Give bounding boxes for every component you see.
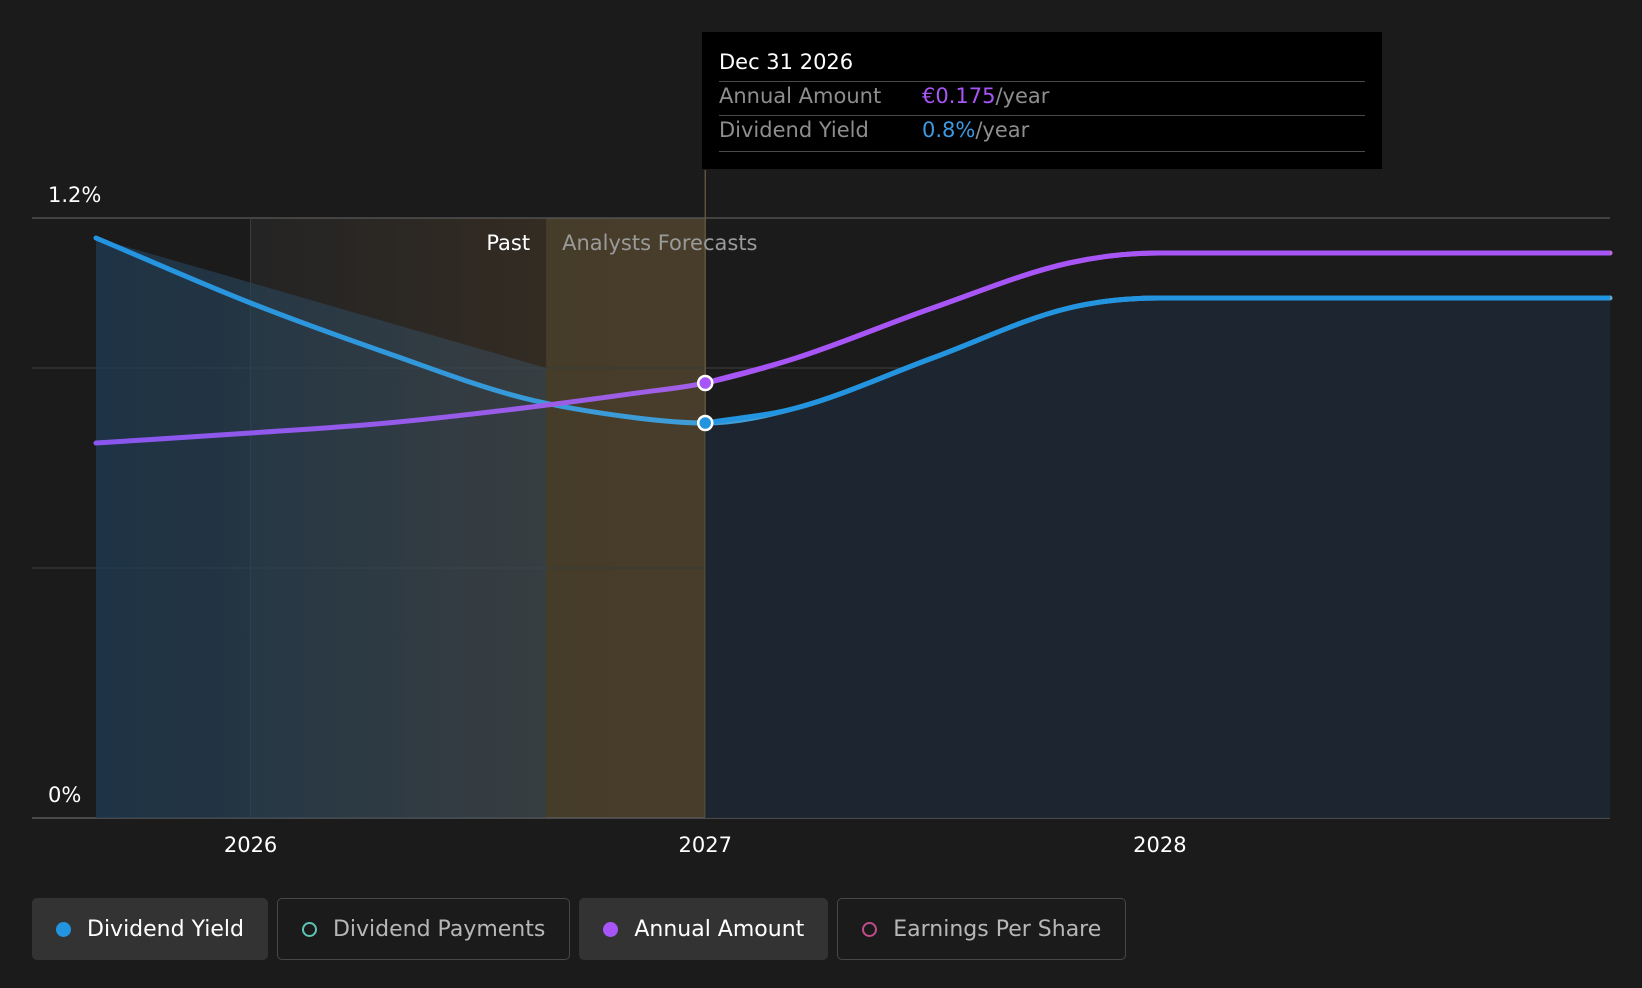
tooltip-divider — [719, 115, 1365, 116]
dividend-yield-marker — [696, 414, 714, 432]
legend-dividend-yield[interactable]: Dividend Yield — [32, 898, 268, 960]
hollow-circle-icon — [301, 921, 317, 937]
tooltip: Dec 31 2026 Annual Amount €0.175/year Di… — [702, 32, 1382, 169]
legend: Dividend Yield Dividend Payments Annual … — [32, 898, 1127, 960]
past-label: Past — [486, 231, 530, 255]
tooltip-label: Annual Amount — [719, 84, 882, 108]
tooltip-unit: /year — [995, 84, 1050, 108]
legend-label: Annual Amount — [634, 916, 805, 942]
tooltip-value: 0.8%/year — [922, 118, 1029, 142]
tooltip-divider — [719, 81, 1365, 82]
tooltip-unit: /year — [975, 118, 1030, 142]
x-tick-label: 2027 — [679, 833, 732, 857]
hollow-circle-icon — [862, 921, 878, 937]
legend-label: Earnings Per Share — [893, 916, 1102, 942]
legend-label: Dividend Yield — [87, 916, 244, 942]
filled-circle-icon — [603, 921, 619, 937]
legend-dividend-payments[interactable]: Dividend Payments — [276, 898, 571, 960]
tooltip-date: Dec 31 2026 — [719, 50, 854, 74]
legend-earnings-per-share[interactable]: Earnings Per Share — [837, 898, 1127, 960]
annual-amount-marker — [696, 374, 714, 392]
tooltip-yield-value: 0.8% — [922, 118, 976, 142]
tooltip-value: €0.175/year — [922, 84, 1049, 108]
filled-circle-icon — [56, 921, 71, 937]
forecast-yield-area — [705, 298, 1610, 818]
y-tick-label: 1.2% — [48, 183, 101, 207]
tooltip-divider — [719, 151, 1365, 152]
x-tick-label: 2026 — [224, 833, 277, 857]
tooltip-label: Dividend Yield — [719, 118, 869, 142]
forecast-label: Analysts Forecasts — [562, 231, 757, 255]
past-highlight-band — [546, 218, 706, 818]
x-tick-label: 2028 — [1133, 833, 1186, 857]
legend-annual-amount[interactable]: Annual Amount — [579, 898, 829, 960]
legend-label: Dividend Payments — [332, 916, 546, 942]
tooltip-amount-value: €0.175 — [922, 84, 996, 108]
y-tick-label: 0% — [48, 783, 81, 807]
